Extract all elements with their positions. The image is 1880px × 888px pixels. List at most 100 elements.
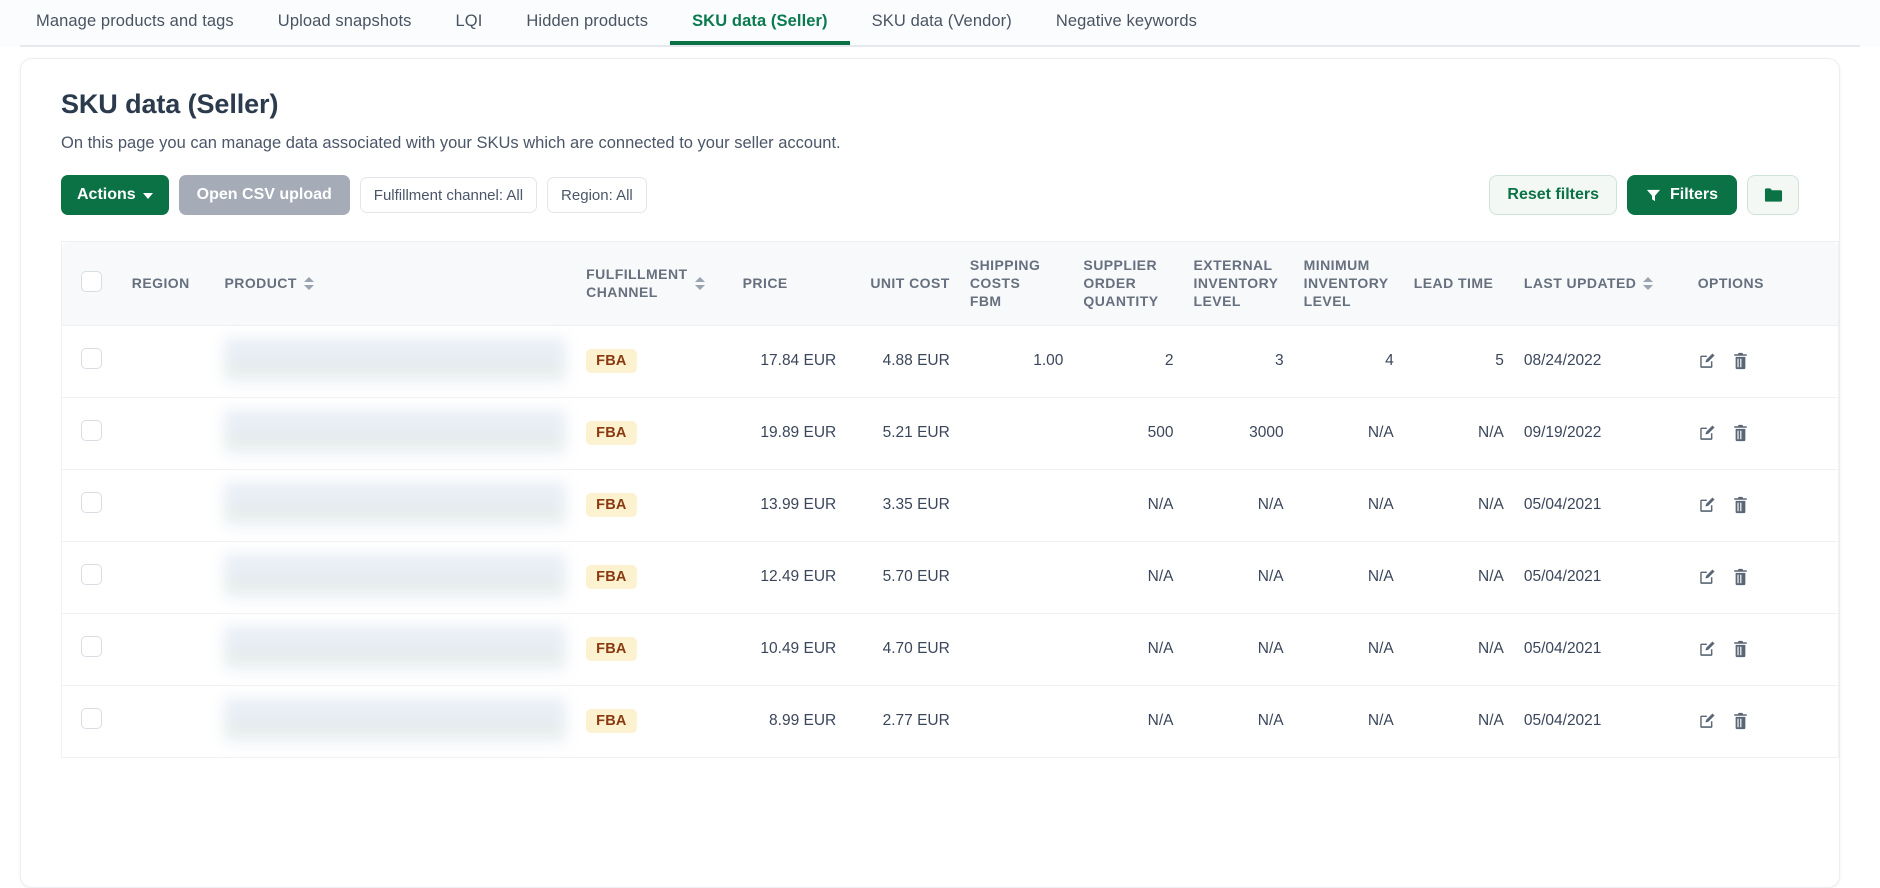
table-row[interactable]: FBA 10.49 EUR 4.70 EUR N/A N/A N/A N/A 05/04/20… bbox=[61, 613, 1839, 686]
edit-icon[interactable] bbox=[1698, 640, 1716, 658]
cell-minimum-inventory-level: N/A bbox=[1293, 541, 1404, 614]
trash-icon[interactable] bbox=[1732, 496, 1749, 514]
column-header-product-label: PRODUCT bbox=[224, 275, 297, 292]
product-name-redacted bbox=[224, 410, 567, 457]
select-all-checkbox[interactable] bbox=[81, 270, 103, 292]
filters-button[interactable]: Filters bbox=[1626, 175, 1737, 215]
status-badge: FBA bbox=[586, 709, 637, 734]
reset-filters-button[interactable]: Reset filters bbox=[1489, 175, 1617, 215]
actions-button[interactable]: Actions bbox=[61, 175, 169, 215]
folder-icon bbox=[1764, 187, 1783, 203]
filters-button-label: Filters bbox=[1669, 186, 1718, 203]
row-checkbox[interactable] bbox=[81, 348, 103, 370]
cell-last-updated: 05/04/2021 bbox=[1513, 613, 1688, 686]
column-header-price: PRICE bbox=[732, 241, 847, 326]
row-checkbox[interactable] bbox=[81, 708, 103, 730]
row-checkbox[interactable] bbox=[81, 564, 103, 586]
tab-negative-keywords[interactable]: Negative keywords bbox=[1034, 0, 1219, 45]
sort-icon-product[interactable] bbox=[303, 276, 314, 291]
open-csv-upload-button[interactable]: Open CSV upload bbox=[178, 175, 350, 215]
table-row[interactable]: FBA 8.99 EUR 2.77 EUR N/A N/A N/A N/A 05/04/202… bbox=[61, 685, 1839, 758]
column-header-product[interactable]: PRODUCT bbox=[214, 241, 577, 326]
cell-price: 19.89 EUR bbox=[732, 397, 847, 470]
cell-options bbox=[1687, 325, 1839, 398]
cell-options bbox=[1687, 469, 1839, 542]
cell-unit-cost: 4.70 EUR bbox=[846, 613, 960, 686]
row-select-cell bbox=[61, 325, 122, 398]
cell-price: 10.49 EUR bbox=[732, 613, 847, 686]
edit-icon[interactable] bbox=[1698, 424, 1716, 442]
folder-button[interactable] bbox=[1747, 175, 1799, 215]
tab-hidden-products[interactable]: Hidden products bbox=[504, 0, 670, 45]
cell-product bbox=[214, 469, 577, 542]
cell-options bbox=[1687, 541, 1839, 614]
table-row[interactable]: FBA 17.84 EUR 4.88 EUR 1.00 2 3 4 5 08/24/2022 bbox=[61, 325, 1839, 398]
status-badge: FBA bbox=[586, 565, 637, 590]
tab-sku-data-seller[interactable]: SKU data (Seller) bbox=[670, 0, 850, 45]
trash-icon[interactable] bbox=[1732, 424, 1749, 442]
column-header-fulfillment-channel[interactable]: FULFILLMENT CHANNEL bbox=[576, 241, 733, 326]
filter-chip-fulfillment-channel[interactable]: Fulfillment channel: All bbox=[359, 177, 538, 213]
tab-manage-products-and-tags[interactable]: Manage products and tags bbox=[14, 0, 256, 45]
cell-last-updated: 05/04/2021 bbox=[1513, 541, 1688, 614]
table-row[interactable]: FBA 12.49 EUR 5.70 EUR N/A N/A N/A N/A 05/04/20… bbox=[61, 541, 1839, 614]
row-select-cell bbox=[61, 397, 122, 470]
cell-supplier-order-quantity: N/A bbox=[1073, 685, 1184, 758]
cell-region bbox=[121, 685, 215, 758]
column-header-fulfillment-channel-label: FULFILLMENT CHANNEL bbox=[586, 266, 688, 301]
tab-upload-snapshots[interactable]: Upload snapshots bbox=[256, 0, 434, 45]
sort-icon-fulfillment-channel[interactable] bbox=[694, 276, 705, 291]
table-row[interactable]: FBA 19.89 EUR 5.21 EUR 500 3000 N/A N/A 09/19/2… bbox=[61, 397, 1839, 470]
cell-options bbox=[1687, 685, 1839, 758]
cell-supplier-order-quantity: N/A bbox=[1073, 469, 1184, 542]
cell-supplier-order-quantity: N/A bbox=[1073, 541, 1184, 614]
row-checkbox[interactable] bbox=[81, 636, 103, 658]
sort-icon-last-updated[interactable] bbox=[1643, 276, 1654, 291]
row-select-cell bbox=[61, 541, 122, 614]
sku-data-table-container[interactable]: REGION PRODUCT FULFILLMENT CHANNEL PRICE… bbox=[61, 241, 1839, 758]
column-header-supplier-order-quantity: SUPPLIER ORDER QUANTITY bbox=[1073, 241, 1184, 326]
tab-sku-data-vendor[interactable]: SKU data (Vendor) bbox=[850, 0, 1034, 45]
tab-lqi[interactable]: LQI bbox=[434, 0, 505, 45]
cell-fulfillment-channel: FBA bbox=[576, 613, 733, 686]
row-checkbox[interactable] bbox=[81, 492, 103, 514]
trash-icon[interactable] bbox=[1732, 712, 1749, 730]
product-name-redacted bbox=[224, 554, 567, 601]
column-header-last-updated[interactable]: LAST UPDATED bbox=[1513, 241, 1688, 326]
cell-price: 12.49 EUR bbox=[732, 541, 847, 614]
table-body: FBA 17.84 EUR 4.88 EUR 1.00 2 3 4 5 08/24/2022 FB… bbox=[61, 325, 1839, 758]
table-header-row: REGION PRODUCT FULFILLMENT CHANNEL PRICE… bbox=[61, 241, 1839, 326]
column-header-lead-time: LEAD TIME bbox=[1403, 241, 1514, 326]
cell-fulfillment-channel: FBA bbox=[576, 397, 733, 470]
cell-minimum-inventory-level: 4 bbox=[1293, 325, 1404, 398]
cell-last-updated: 05/04/2021 bbox=[1513, 469, 1688, 542]
row-checkbox[interactable] bbox=[81, 420, 103, 442]
trash-icon[interactable] bbox=[1732, 352, 1749, 370]
edit-icon[interactable] bbox=[1698, 352, 1716, 370]
status-badge: FBA bbox=[586, 421, 637, 446]
cell-price: 13.99 EUR bbox=[732, 469, 847, 542]
cell-supplier-order-quantity: N/A bbox=[1073, 613, 1184, 686]
status-badge: FBA bbox=[586, 637, 637, 662]
cell-product bbox=[214, 685, 577, 758]
cell-external-inventory-level: N/A bbox=[1183, 685, 1294, 758]
edit-icon[interactable] bbox=[1698, 496, 1716, 514]
row-select-cell bbox=[61, 685, 122, 758]
edit-icon[interactable] bbox=[1698, 712, 1716, 730]
cell-unit-cost: 4.88 EUR bbox=[846, 325, 960, 398]
cell-shipping-costs-fbm bbox=[959, 685, 1074, 758]
status-badge: FBA bbox=[586, 493, 637, 518]
cell-product bbox=[214, 325, 577, 398]
cell-region bbox=[121, 325, 215, 398]
table-header: REGION PRODUCT FULFILLMENT CHANNEL PRICE… bbox=[61, 241, 1839, 326]
cell-minimum-inventory-level: N/A bbox=[1293, 613, 1404, 686]
cell-lead-time: N/A bbox=[1403, 397, 1514, 470]
trash-icon[interactable] bbox=[1732, 568, 1749, 586]
trash-icon[interactable] bbox=[1732, 640, 1749, 658]
edit-icon[interactable] bbox=[1698, 568, 1716, 586]
sku-data-table: REGION PRODUCT FULFILLMENT CHANNEL PRICE… bbox=[61, 241, 1839, 758]
cell-lead-time: N/A bbox=[1403, 613, 1514, 686]
filter-chip-region[interactable]: Region: All bbox=[547, 177, 647, 213]
page-description: On this page you can manage data associa… bbox=[61, 134, 841, 152]
table-row[interactable]: FBA 13.99 EUR 3.35 EUR N/A N/A N/A N/A 05/04/20… bbox=[61, 469, 1839, 542]
